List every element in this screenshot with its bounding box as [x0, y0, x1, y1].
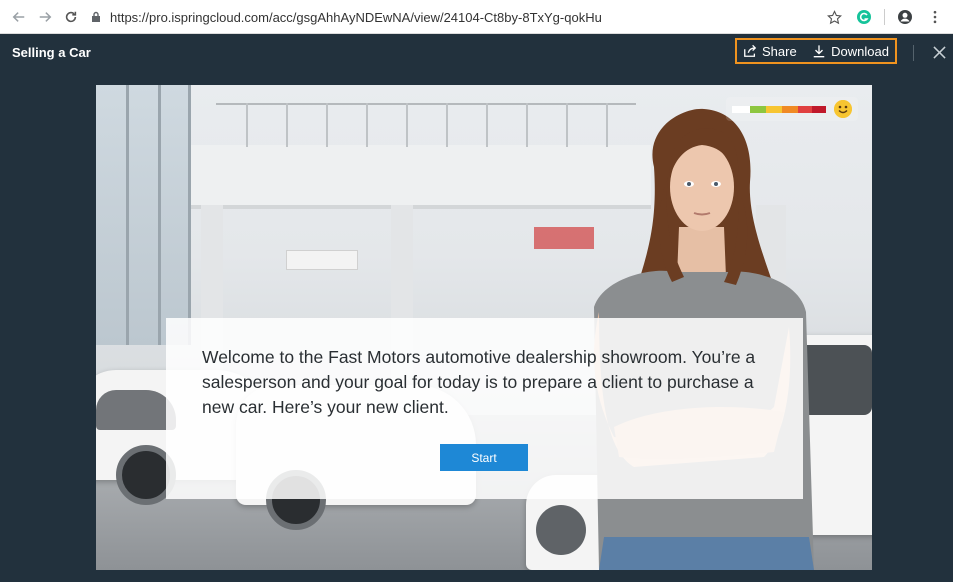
share-label: Share [762, 43, 797, 59]
meter-segment [798, 106, 812, 113]
menu-dots-icon[interactable] [925, 7, 945, 27]
meter-segment [750, 106, 766, 113]
intro-dialog: Welcome to the Fast Motors automotive de… [166, 318, 803, 499]
smiley-icon [834, 100, 852, 118]
satisfaction-meter [726, 97, 858, 121]
back-arrow-icon[interactable] [10, 8, 28, 26]
dialog-text: Welcome to the Fast Motors automotive de… [202, 347, 756, 417]
meter-segment [766, 106, 782, 113]
share-download-group: Share Download [735, 38, 897, 64]
close-icon[interactable] [929, 42, 949, 62]
app-header: Selling a Car Share Download [0, 34, 953, 70]
slide-stage: Welcome to the Fast Motors automotive de… [96, 85, 872, 570]
star-icon[interactable] [824, 7, 844, 27]
meter-segment [782, 106, 798, 113]
url-text: https://pro.ispringcloud.com/acc/gsgAhhA… [110, 9, 602, 25]
start-button[interactable]: Start [440, 444, 528, 471]
download-icon [813, 45, 825, 58]
railing [216, 103, 636, 149]
page-title: Selling a Car [12, 45, 91, 60]
download-label: Download [831, 43, 889, 59]
download-button[interactable]: Download [812, 44, 889, 59]
toolbar-divider [884, 9, 885, 25]
forward-arrow-icon[interactable] [36, 8, 54, 26]
lock-icon [92, 11, 100, 22]
account-icon[interactable] [895, 7, 915, 27]
browser-toolbar: https://pro.ispringcloud.com/acc/gsgAhhA… [0, 0, 953, 34]
share-icon [744, 44, 757, 57]
showroom-window [96, 85, 191, 345]
meter-bar [732, 106, 826, 113]
grammarly-icon[interactable] [854, 7, 874, 27]
meter-segment [812, 106, 826, 113]
white-wall-sign [286, 250, 358, 270]
share-button[interactable]: Share [743, 44, 797, 59]
reload-icon[interactable] [62, 8, 80, 26]
header-divider [913, 45, 914, 61]
meter-segment [732, 106, 750, 113]
address-bar[interactable]: https://pro.ispringcloud.com/acc/gsgAhhA… [90, 5, 860, 29]
